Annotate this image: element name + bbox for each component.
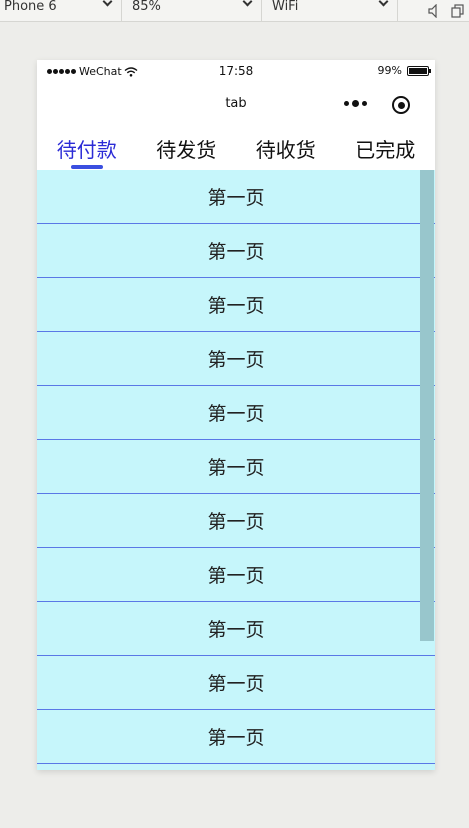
zoom-select[interactable]: 85% (122, 0, 262, 22)
battery-percent: 99% (377, 64, 402, 77)
network-select-value: WiFi (272, 0, 299, 14)
list-item[interactable]: 第一页 (37, 386, 435, 440)
list-item[interactable]: 第一页 (37, 602, 435, 656)
list-item[interactable]: 第一页 (37, 710, 435, 764)
active-tab-indicator (70, 165, 103, 169)
list-item[interactable]: 第一页 (37, 170, 435, 224)
devtools-toolbar: Phone 6 85% WiFi (0, 0, 469, 22)
phone-simulator: WeChat 17:58 99% tab 待付款 待发货 待收货 已完成 第一页… (37, 60, 435, 770)
list-item[interactable]: 第一页 (37, 440, 435, 494)
tab-pending-shipment[interactable]: 待发货 (137, 126, 237, 170)
status-bar: WeChat 17:58 99% (37, 60, 435, 82)
scrollbar[interactable] (420, 170, 434, 641)
list-item[interactable]: 第一页 (37, 332, 435, 386)
tab-bar: 待付款 待发货 待收货 已完成 (37, 126, 435, 170)
chevron-down-icon (378, 0, 389, 7)
tab-pending-receipt[interactable]: 待收货 (236, 126, 336, 170)
more-options-icon[interactable] (344, 100, 367, 107)
battery-info: 99% (377, 64, 431, 77)
list-item[interactable]: 第一页 (37, 278, 435, 332)
close-miniprogram-icon[interactable] (392, 96, 410, 114)
list-item[interactable]: 第一页 (37, 494, 435, 548)
tab-pending-payment[interactable]: 待付款 (37, 126, 137, 170)
nav-bar: tab (37, 82, 435, 126)
network-select[interactable]: WiFi (262, 0, 398, 22)
list-item[interactable]: 第一页 (37, 656, 435, 710)
chevron-down-icon (102, 0, 113, 7)
tab-label: 待收货 (255, 138, 316, 162)
tab-completed[interactable]: 已完成 (336, 126, 436, 170)
device-select[interactable]: Phone 6 (0, 0, 122, 22)
list-item[interactable]: 第一页 (37, 548, 435, 602)
copy-icon[interactable] (448, 0, 468, 22)
chevron-down-icon (242, 0, 253, 7)
tab-label: 待付款 (56, 138, 117, 162)
zoom-select-value: 85% (132, 0, 161, 14)
page-list[interactable]: 第一页 第一页 第一页 第一页 第一页 第一页 第一页 第一页 第一页 第一页 … (37, 170, 435, 770)
list-item[interactable]: 第一页 (37, 224, 435, 278)
speaker-icon[interactable] (424, 0, 444, 22)
page-title: tab (225, 96, 247, 111)
device-select-value: Phone 6 (4, 0, 57, 14)
tab-label: 已完成 (355, 138, 416, 162)
tab-label: 待发货 (156, 138, 217, 162)
status-time: 17:58 (218, 64, 254, 78)
battery-icon (407, 65, 431, 76)
